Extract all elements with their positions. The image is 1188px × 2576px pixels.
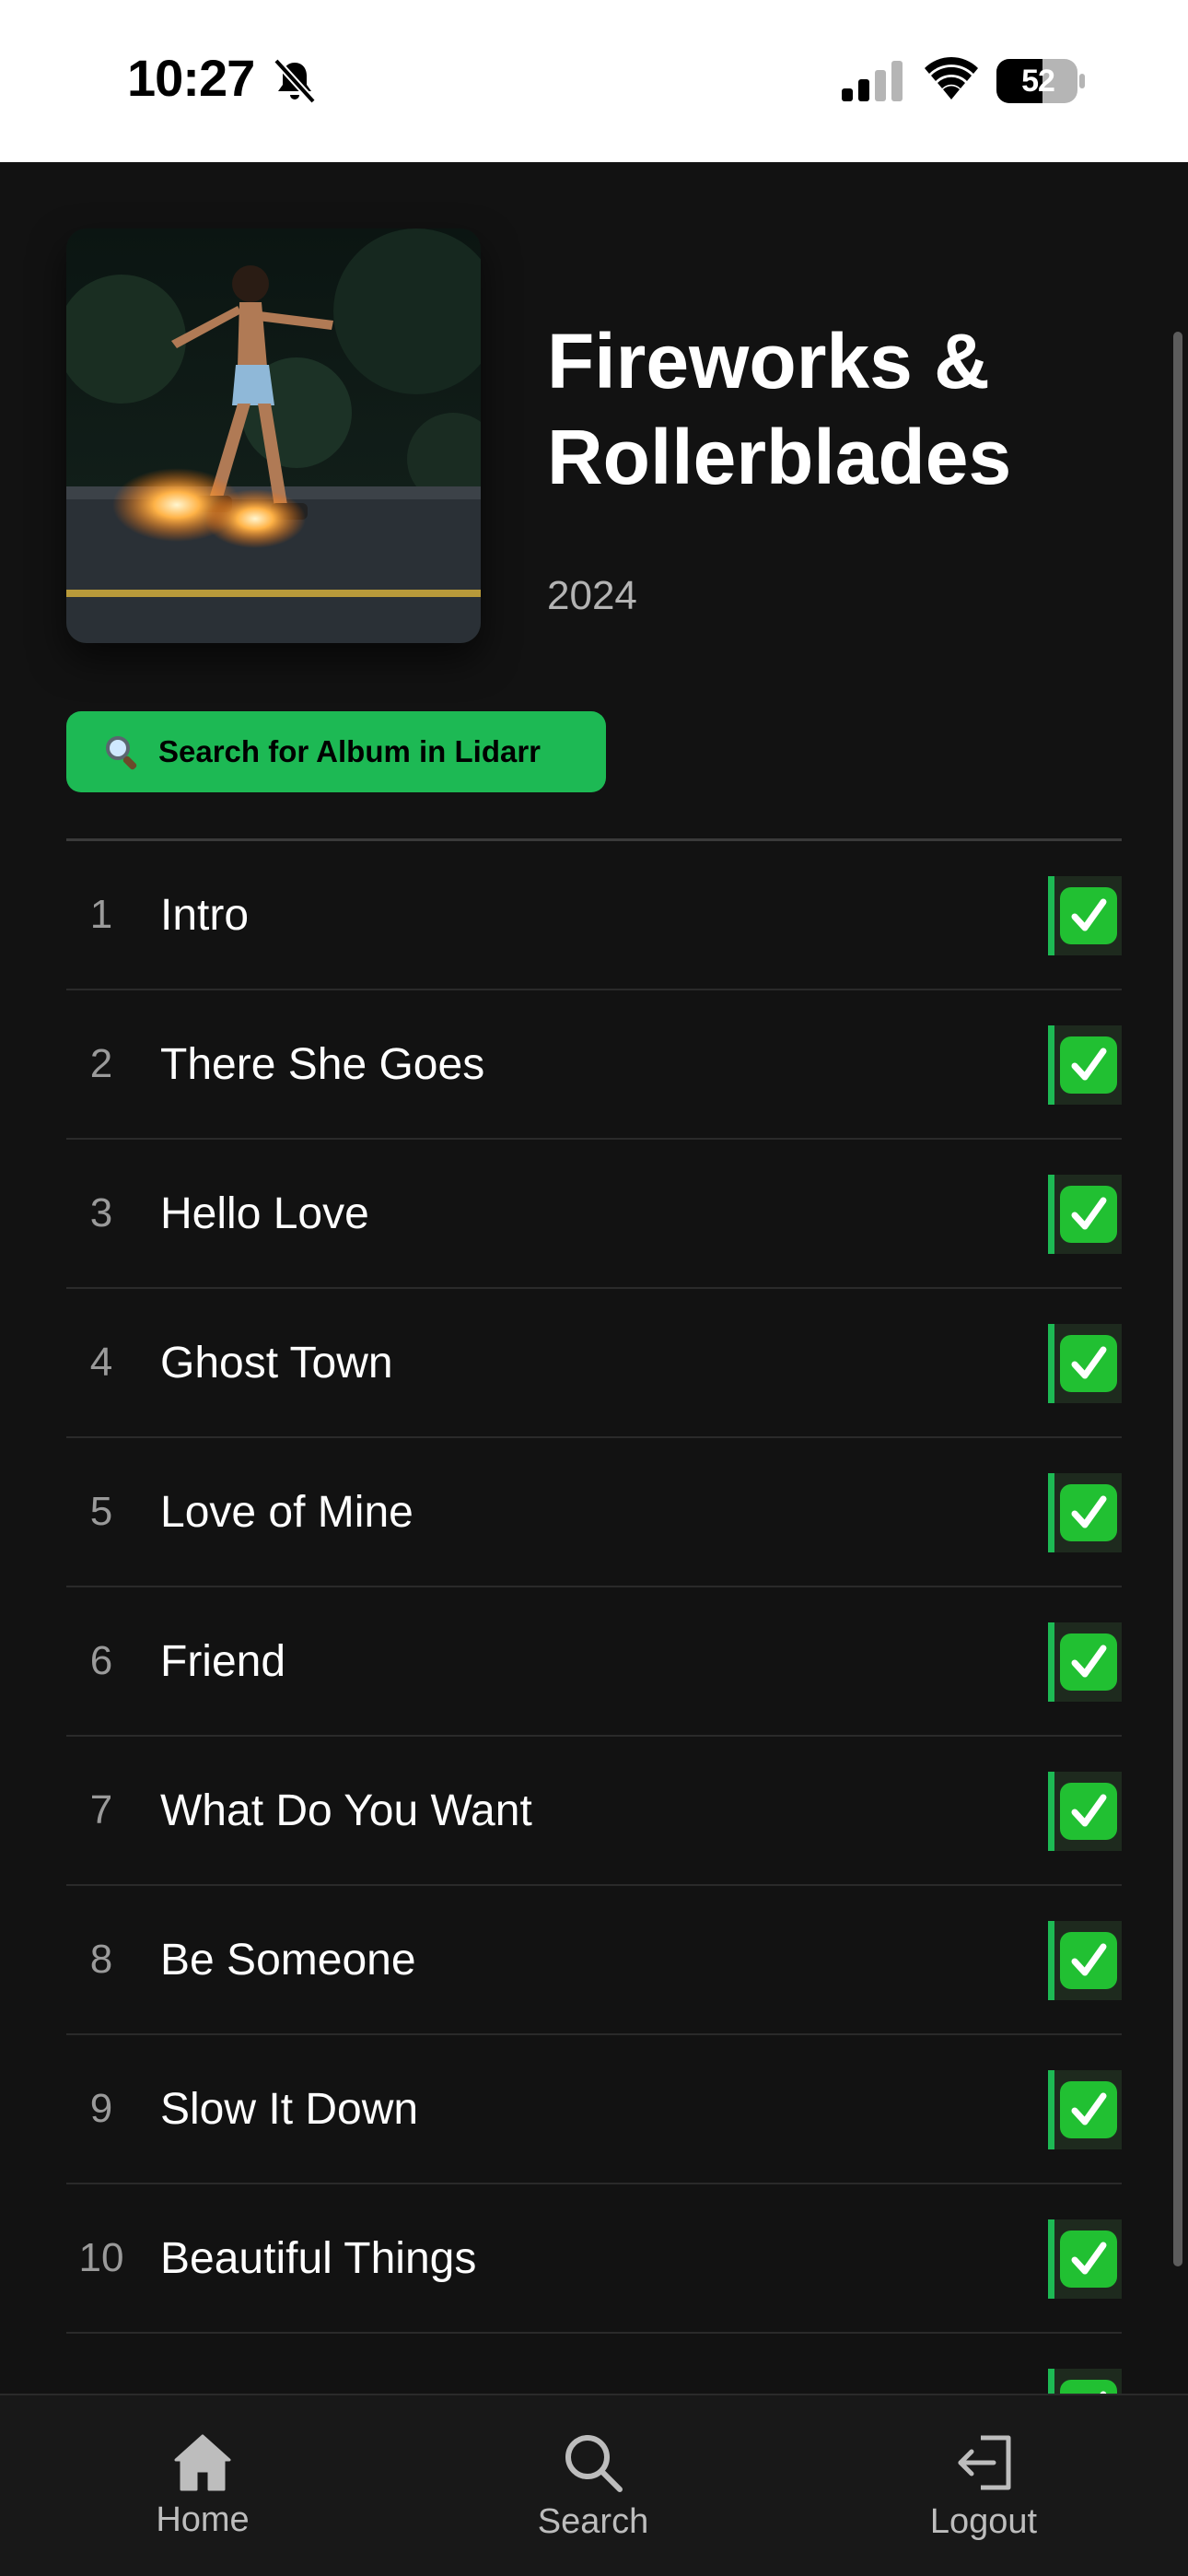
track-number: 7: [89, 1787, 113, 1832]
track-row[interactable]: 1 Intro: [66, 841, 1122, 990]
track-row[interactable]: 5 Love of Mine: [66, 1438, 1122, 1587]
track-number: 6: [89, 1638, 113, 1683]
track-row[interactable]: 2 There She Goes: [66, 990, 1122, 1140]
home-icon: [174, 2434, 231, 2491]
track-title: Friend: [160, 1636, 286, 1686]
track-row[interactable]: 4 Ghost Town: [66, 1289, 1122, 1438]
downloaded-status: [1048, 1175, 1122, 1254]
track-row[interactable]: 9 Slow It Down: [66, 2035, 1122, 2184]
status-bar: 10:27 52: [0, 0, 1188, 162]
magnifying-glass-icon: [106, 736, 137, 770]
wifi-icon: [925, 56, 978, 100]
album-header: Fireworks & Rollerblades 2024: [66, 228, 1125, 643]
track-number: 8: [89, 1937, 113, 1982]
downloaded-status: [1048, 2369, 1122, 2394]
track-list: 1 Intro 2 There She Goes 3 Hello Love 4 …: [66, 841, 1122, 2394]
downloaded-status: [1048, 1622, 1122, 1702]
downloaded-status: [1048, 1921, 1122, 2000]
track-number: 10: [78, 2235, 124, 2280]
track-title: Slow It Down: [160, 2084, 419, 2134]
status-time: 10:27: [127, 49, 255, 107]
track-title: Love of Mine: [160, 1487, 413, 1537]
track-number: 9: [89, 2086, 113, 2131]
track-title: Hello Love: [160, 1188, 369, 1238]
nav-logout[interactable]: Logout: [873, 2432, 1094, 2542]
check-mark-icon: [1059, 1484, 1117, 1541]
track-row[interactable]: [66, 2334, 1122, 2394]
track-row[interactable]: 7 What Do You Want: [66, 1737, 1122, 1886]
check-mark-icon: [1059, 2231, 1117, 2288]
album-title: Fireworks & Rollerblades: [547, 318, 1012, 500]
track-title: What Do You Want: [160, 1786, 532, 1835]
scrollbar[interactable]: [1173, 332, 1182, 2266]
album-detail-view[interactable]: Fireworks & Rollerblades 2024 Search for…: [0, 162, 1188, 2394]
nav-home-label: Home: [156, 2500, 250, 2539]
track-number: 2: [89, 1041, 113, 1086]
nav-home[interactable]: Home: [92, 2432, 313, 2540]
check-mark-icon: [1059, 1932, 1117, 1989]
bottom-nav: Home Search Logout: [0, 2394, 1188, 2576]
search-lidarr-button[interactable]: Search for Album in Lidarr: [66, 711, 606, 792]
track-number: 5: [89, 1489, 113, 1534]
downloaded-status: [1048, 1025, 1122, 1105]
check-mark-icon: [1059, 887, 1117, 944]
album-cover-image: [66, 228, 481, 643]
track-row[interactable]: 10 Beautiful Things: [66, 2184, 1122, 2334]
downloaded-status: [1048, 876, 1122, 955]
search-icon: [565, 2435, 623, 2492]
track-title: Beautiful Things: [160, 2233, 477, 2283]
track-row[interactable]: 3 Hello Love: [66, 1140, 1122, 1289]
check-mark-icon: [1059, 2081, 1117, 2138]
check-mark-icon: [1059, 1783, 1117, 1840]
album-year: 2024: [547, 573, 637, 618]
downloaded-status: [1048, 2219, 1122, 2299]
track-title: Intro: [160, 890, 250, 940]
track-title: There She Goes: [160, 1039, 485, 1089]
check-mark-icon: [1059, 1633, 1117, 1691]
downloaded-status: [1048, 1772, 1122, 1851]
nav-logout-label: Logout: [929, 2502, 1038, 2541]
battery-level: 52: [1021, 63, 1055, 99]
logout-icon: [958, 2435, 1011, 2490]
downloaded-status: [1048, 2070, 1122, 2149]
bell-slash-icon: [274, 58, 316, 104]
track-number: 1: [89, 892, 113, 937]
track-row[interactable]: 8 Be Someone: [66, 1886, 1122, 2035]
track-row[interactable]: 6 Friend: [66, 1587, 1122, 1737]
check-mark-icon: [1059, 1335, 1117, 1392]
track-title: Be Someone: [160, 1935, 416, 1985]
cellular-signal-icon: [842, 61, 903, 101]
check-mark-icon: [1059, 2380, 1117, 2394]
track-title: Ghost Town: [160, 1338, 393, 1388]
check-mark-icon: [1059, 1186, 1117, 1243]
track-number: 4: [89, 1340, 113, 1385]
search-lidarr-label: Search for Album in Lidarr: [158, 734, 542, 768]
nav-search[interactable]: Search: [483, 2432, 704, 2542]
nav-search-label: Search: [537, 2502, 649, 2541]
downloaded-status: [1048, 1324, 1122, 1403]
downloaded-status: [1048, 1473, 1122, 1552]
check-mark-icon: [1059, 1036, 1117, 1094]
track-number: 3: [89, 1190, 113, 1235]
